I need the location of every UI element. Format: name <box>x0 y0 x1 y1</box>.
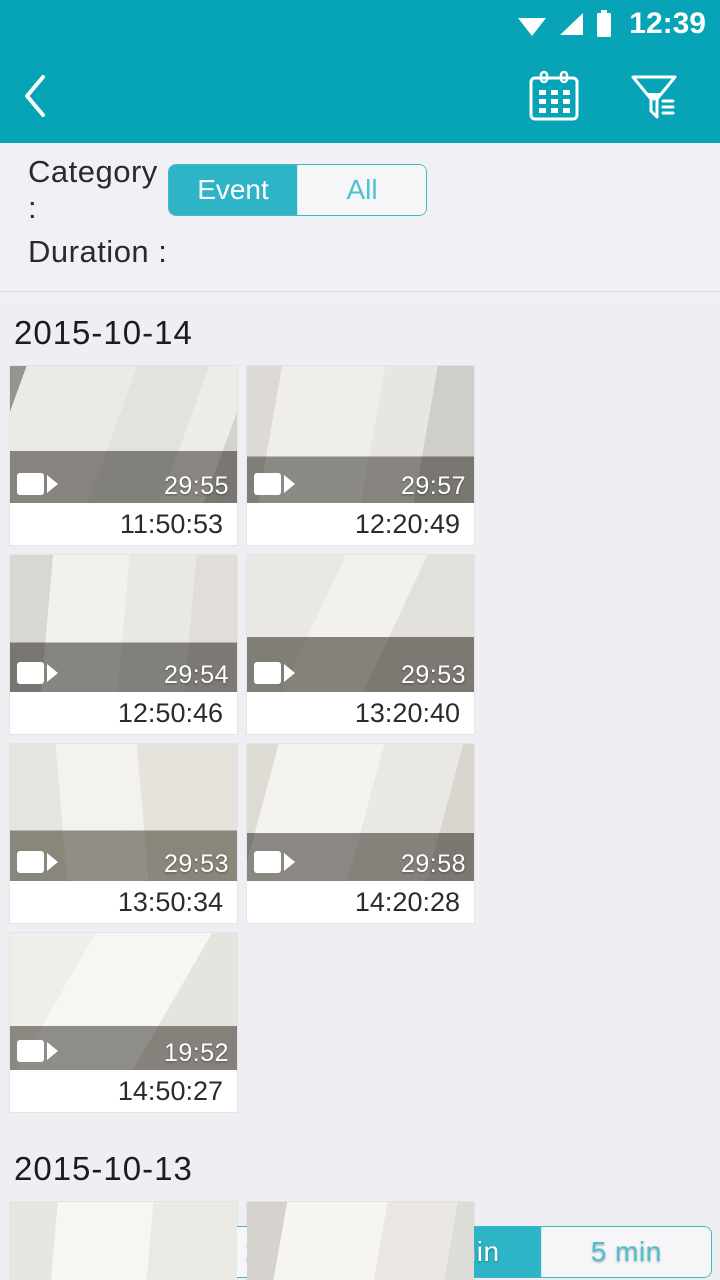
recording-timestamp: 11:50:53 <box>10 503 237 545</box>
recording-thumbnail[interactable]: 29:58 <box>247 744 474 881</box>
date-section-header: 2015-10-14 <box>14 314 193 351</box>
recording-duration: 29:54 <box>163 661 229 689</box>
video-camera-icon <box>17 1040 58 1062</box>
video-camera-icon <box>17 851 58 873</box>
recording-card[interactable]: 29:54 12:50:46 <box>10 555 237 734</box>
recording-thumbnail[interactable]: 29:53 <box>10 1202 237 1280</box>
signal-icon <box>560 13 584 35</box>
video-camera-icon <box>17 473 58 495</box>
recording-card[interactable]: 29:53 13:20:40 <box>247 555 474 734</box>
calendar-button[interactable] <box>526 68 582 124</box>
category-option-event[interactable]: Event <box>169 165 298 215</box>
back-button[interactable] <box>0 48 70 143</box>
filter-panel: Category : Event All Duration : 1 hour 3… <box>0 143 720 1278</box>
recording-grid: 29:55 11:50:53 29:57 12:20:49 29:54 12:50:4… <box>0 366 720 1112</box>
status-bar-clock: 12:39 <box>629 7 706 40</box>
recording-duration: 29:57 <box>400 472 466 500</box>
filter-divider <box>0 291 720 292</box>
recording-timestamp: 12:20:49 <box>247 503 474 545</box>
duration-option-5-min[interactable]: 5 min <box>541 1227 711 1277</box>
recording-thumbnail[interactable]: 29:57 <box>247 366 474 503</box>
recording-card[interactable]: 19:52 14:50:27 <box>10 933 237 1112</box>
funnel-filter-icon <box>631 75 677 118</box>
app-bar <box>0 48 720 143</box>
recording-card[interactable]: 29:5316:20:15 <box>10 1202 237 1280</box>
recording-duration: 29:55 <box>163 472 229 500</box>
recording-card[interactable]: 29:55 11:50:53 <box>10 366 237 545</box>
category-label: Category : <box>28 154 158 225</box>
thumbnail-image <box>10 1202 237 1280</box>
category-option-all[interactable]: All <box>298 165 426 215</box>
date-section-header: 2015-10-13 <box>14 1150 193 1187</box>
recording-timestamp: 13:50:34 <box>10 881 237 923</box>
app-bar-actions <box>526 68 720 124</box>
calendar-icon <box>529 70 579 120</box>
wifi-icon <box>518 18 547 36</box>
recording-thumbnail[interactable]: 29:55 <box>10 366 237 503</box>
recording-timestamp: 14:50:27 <box>10 1070 237 1112</box>
recording-duration: 29:58 <box>400 850 466 878</box>
video-camera-icon <box>254 662 295 684</box>
recording-card[interactable]: 29:58 14:20:28 <box>247 744 474 923</box>
chevron-left-icon <box>25 74 45 117</box>
recording-card[interactable]: 29:5316:50:09 <box>247 1202 474 1280</box>
recording-duration: 29:53 <box>400 661 466 689</box>
video-camera-icon <box>17 662 58 684</box>
recording-thumbnail[interactable]: 19:52 <box>10 933 237 1070</box>
recording-timestamp: 13:20:40 <box>247 692 474 734</box>
category-segmented-control: Event All <box>168 164 427 216</box>
category-filter-row: Category : Event All <box>0 154 720 225</box>
filter-button[interactable] <box>626 68 682 124</box>
recording-duration: 29:53 <box>163 850 229 878</box>
recording-card[interactable]: 29:53 13:50:34 <box>10 744 237 923</box>
recording-duration: 19:52 <box>163 1039 229 1067</box>
thumbnail-image <box>247 1202 474 1280</box>
recording-list[interactable]: 2015-10-14 29:55 11:50:53 29:57 12:20:49 2… <box>0 302 720 1280</box>
recording-timestamp: 12:50:46 <box>10 692 237 734</box>
recording-timestamp: 14:20:28 <box>247 881 474 923</box>
video-camera-icon <box>254 473 295 495</box>
recording-thumbnail[interactable]: 29:54 <box>10 555 237 692</box>
video-playback-screen: 12:39 Category: Event All Duration: mi… <box>0 0 720 1280</box>
duration-filter-row: Duration : 1 hour 30 min 5 min <box>0 221 720 1278</box>
recording-card[interactable]: 29:57 12:20:49 <box>247 366 474 545</box>
recording-thumbnail[interactable]: 29:53 <box>247 1202 474 1280</box>
status-bar: 12:39 <box>0 0 720 48</box>
duration-label: Duration : <box>28 234 168 269</box>
battery-icon <box>597 10 612 37</box>
recording-thumbnail[interactable]: 29:53 <box>247 555 474 692</box>
video-camera-icon <box>254 851 295 873</box>
recording-thumbnail[interactable]: 29:53 <box>10 744 237 881</box>
